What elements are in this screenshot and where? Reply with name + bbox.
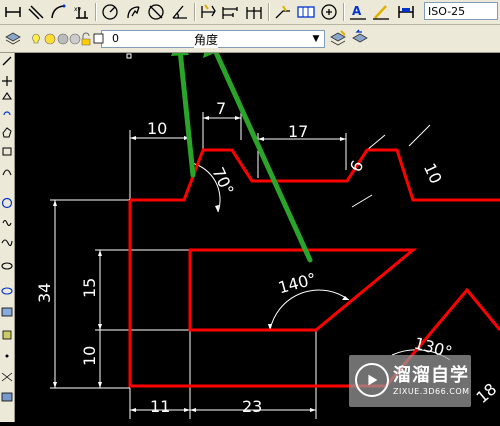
layer-manager-button[interactable] <box>3 28 23 48</box>
rectangle-icon <box>2 147 12 156</box>
continue-dimension-icon <box>246 7 262 19</box>
revision-cloud-icon <box>2 219 12 227</box>
svg-text:A: A <box>352 4 362 18</box>
dimension-text-edit-button[interactable] <box>371 2 391 22</box>
center-mark-button[interactable] <box>319 2 339 22</box>
ellipse-arc-icon <box>1 287 13 295</box>
dim-text-140deg: 140° <box>276 269 318 297</box>
toolbar-separator <box>95 3 97 21</box>
watermark: 溜溜自学 ZIXUE.3D66.COM <box>349 355 471 407</box>
aligned-dimension-button[interactable] <box>25 2 45 22</box>
layer-current-icon <box>330 30 346 46</box>
dim-text-70deg: 70° <box>208 164 237 198</box>
layer-previous-icon <box>352 29 368 43</box>
gradient-icon <box>1 392 13 402</box>
continue-dimension-button[interactable] <box>244 2 264 22</box>
ordinate-dimension-icon: xy <box>74 6 88 19</box>
dim-text-11: 11 <box>150 397 170 416</box>
layers-toolbar: 0 角度 ▼ <box>0 25 500 53</box>
dim-text-23: 23 <box>242 397 262 416</box>
linear-dimension-icon <box>5 7 21 17</box>
arc-length-dimension-button[interactable] <box>48 2 68 22</box>
dim-text-10-top: 10 <box>147 119 167 138</box>
dim-text-17: 17 <box>288 122 308 141</box>
construction-line-icon <box>2 76 12 86</box>
dim-style-input[interactable]: ISO-25 <box>424 2 498 20</box>
polygon-icon <box>2 127 12 138</box>
dimension-edit-button[interactable]: A <box>348 2 368 22</box>
make-block-icon <box>2 330 12 340</box>
arc-icon <box>3 111 11 116</box>
ucs-marker <box>126 53 132 59</box>
layer-field-tail: 角度 <box>194 31 219 48</box>
polyline-icon <box>1 92 13 100</box>
dim-text-18: 18 <box>472 379 500 407</box>
diameter-dimension-button[interactable] <box>146 2 166 22</box>
dim-text-15: 15 <box>80 278 99 298</box>
dim-text-6: 6 <box>346 157 368 175</box>
make-object-layer-current-button[interactable] <box>328 28 348 48</box>
radius-dimension-icon <box>102 4 118 20</box>
toolbar-separator <box>194 3 196 21</box>
dimension-text-edit-icon <box>373 5 389 20</box>
arc2-icon <box>2 169 12 176</box>
layers-icon <box>5 32 21 45</box>
angular-dimension-button[interactable] <box>170 2 190 22</box>
arc-length-dimension-icon <box>51 4 66 19</box>
hatch-icon <box>1 372 13 382</box>
jogged-dimension-button[interactable] <box>123 2 143 22</box>
point-icon <box>5 354 9 358</box>
layer-previous-button[interactable] <box>350 28 370 48</box>
dimension-edit-icon: A <box>350 4 366 20</box>
diameter-dimension-icon <box>148 4 164 20</box>
dimension-update-button[interactable] <box>396 2 416 22</box>
linear-dimension-button[interactable] <box>3 2 23 22</box>
tolerance-button[interactable] <box>296 2 316 22</box>
dim-text-34: 34 <box>35 283 54 303</box>
jogged-dimension-icon <box>127 6 140 19</box>
layer-name: 0 <box>112 32 119 45</box>
baseline-dimension-button[interactable] <box>220 2 240 22</box>
quick-dimension-icon <box>201 4 216 18</box>
layer-state-icons <box>32 32 104 46</box>
line-icon <box>2 56 12 66</box>
aligned-dimension-icon <box>28 5 44 20</box>
toolbar-separator <box>343 3 345 21</box>
play-logo-icon <box>355 363 389 397</box>
insert-block-icon <box>1 307 13 317</box>
drawing-canvas[interactable]: 10 7 17 70° 6 10 34 15 10 140° 130° 11 2… <box>15 53 500 422</box>
center-mark-icon <box>321 4 337 20</box>
draw-toolbar <box>0 53 15 422</box>
toolbar-separator <box>268 3 270 21</box>
dim-text-7: 7 <box>216 99 226 118</box>
dim-text-10-slope: 10 <box>420 160 446 186</box>
dimension-update-icon <box>398 6 414 18</box>
dim-text-10-left: 10 <box>80 346 99 366</box>
svg-text:xy: xy <box>74 6 82 13</box>
circle-icon <box>1 197 13 209</box>
baseline-dimension-icon <box>222 7 238 19</box>
ellipse-icon <box>1 262 13 270</box>
quick-dimension-button[interactable] <box>198 2 218 22</box>
watermark-title: 溜溜自学 <box>393 365 469 386</box>
draw-toolbar-icons <box>1 56 13 402</box>
chevron-down-icon[interactable]: ▼ <box>309 32 323 46</box>
quick-leader-icon <box>275 5 290 19</box>
dimension-toolbar: xy A ISO-25 <box>0 0 500 25</box>
watermark-url: ZIXUE.3D66.COM <box>393 387 470 396</box>
tolerance-icon <box>297 6 315 18</box>
quick-leader-button[interactable] <box>273 2 293 22</box>
ordinate-dimension-button[interactable]: xy <box>72 2 92 22</box>
spline-icon <box>1 239 13 247</box>
radius-dimension-button[interactable] <box>100 2 120 22</box>
layer-dropdown[interactable]: 0 角度 ▼ <box>32 30 325 48</box>
angular-dimension-icon <box>172 5 187 19</box>
